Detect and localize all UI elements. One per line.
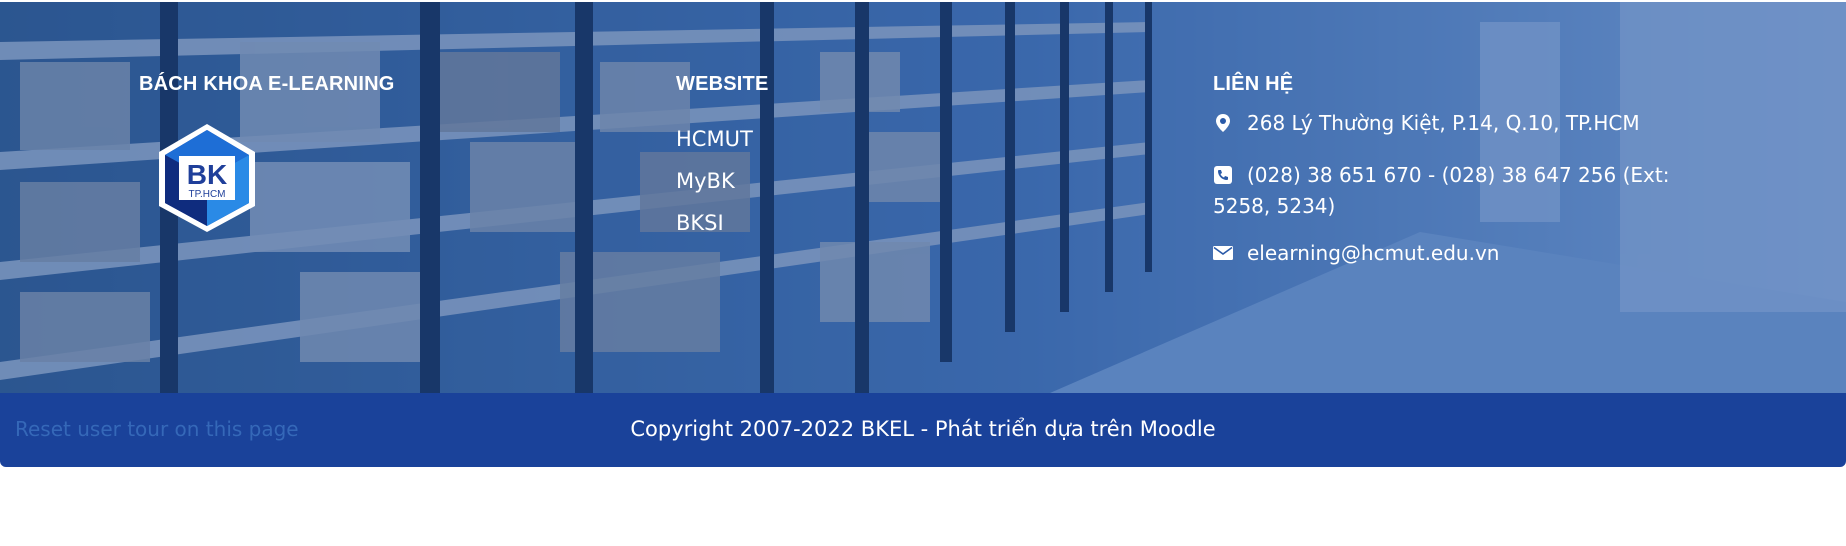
link-bksi[interactable]: BKSI [676,202,753,244]
email-link[interactable]: elearning@hcmut.edu.vn [1247,241,1499,265]
link-mybk[interactable]: MyBK [676,160,753,202]
brand-heading: BÁCH KHOA E-LEARNING [139,73,395,95]
logo-text-tphcm: TP.HCM [188,189,225,200]
footer-bottom-bar: Reset user tour on this page Copyright 2… [0,393,1846,467]
website-links: HCMUT MyBK BKSI [676,118,753,244]
brand-column: BÁCH KHOA E-LEARNING BK TP.HCM [139,72,395,232]
copyright-text: Copyright 2007-2022 BKEL - Phát triển dự… [630,417,1216,441]
envelope-icon [1213,246,1233,260]
website-heading: WEBSITE [676,73,769,95]
map-marker-icon [1216,114,1230,132]
phone-text: (028) 38 651 670 - (028) 38 647 256 (Ext… [1213,163,1670,218]
phone-icon [1214,166,1232,184]
address-text: 268 Lý Thường Kiệt, P.14, Q.10, TP.HCM [1247,111,1640,135]
link-hcmut[interactable]: HCMUT [676,118,753,160]
bk-logo: BK TP.HCM [159,124,255,232]
contact-email: elearning@hcmut.edu.vn [1213,238,1683,269]
contact-heading: LIÊN HỆ [1213,73,1294,95]
footer-top-section: BÁCH KHOA E-LEARNING BK TP.HCM WEBSITE H… [0,2,1846,393]
contact-column: LIÊN HỆ 268 Lý Thường Kiệt, P.14, Q.10, … [1213,72,1693,265]
logo-text-bk: BK [187,159,227,190]
website-column: WEBSITE HCMUT MyBK BKSI [676,72,769,235]
contact-phone: (028) 38 651 670 - (028) 38 647 256 (Ext… [1213,160,1683,222]
contact-address: 268 Lý Thường Kiệt, P.14, Q.10, TP.HCM [1213,108,1683,139]
site-footer: BÁCH KHOA E-LEARNING BK TP.HCM WEBSITE H… [0,0,1846,467]
